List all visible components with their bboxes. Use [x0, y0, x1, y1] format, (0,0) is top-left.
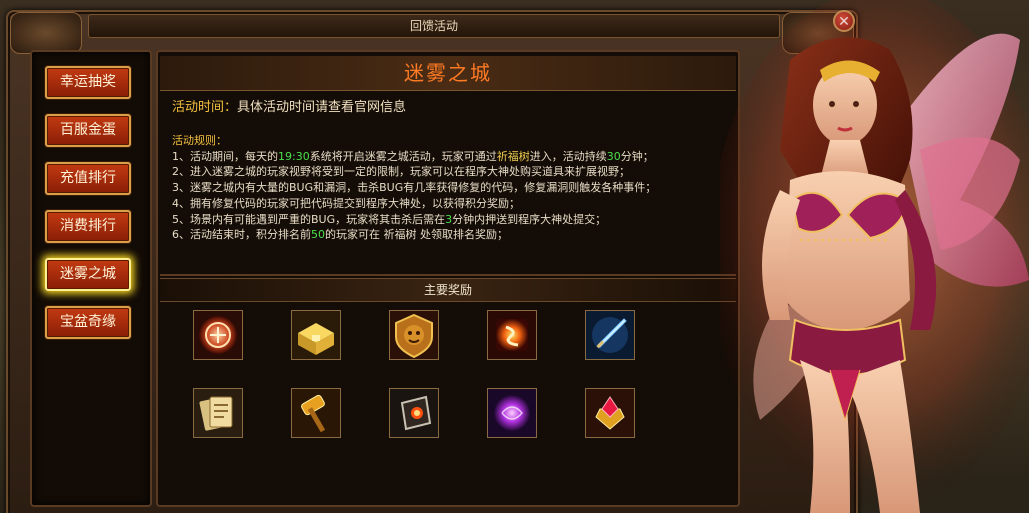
purple-orb-icon[interactable] [487, 388, 537, 438]
rule-text: 系统将开启迷雾之城活动，玩家可通过 [309, 149, 497, 163]
rule-text: 的玩家可在 祈福树 处领取排名奖励； [325, 228, 508, 242]
rule-text: 1、活动期间，每天的 [172, 149, 278, 163]
rule-highlight: 祈福树 [496, 149, 530, 163]
scroll-cards-icon[interactable] [193, 388, 243, 438]
rule-line: 2、进入迷雾之城的玩家视野将受到一定的限制，玩家可以在程序大神处购买道具来扩展视… [172, 164, 732, 180]
game-screen: 回馈活动 ✕ 幸运抽奖 百服金蛋 充值排行 消费排行 迷雾之城 宝盆奇缘 迷雾之… [0, 0, 1029, 513]
rule-text: 2、进入迷雾之城的玩家视野将受到一定的限制，玩家可以在程序大神处购买道具来扩展视… [172, 165, 630, 179]
section-divider [160, 274, 736, 276]
rule-text: 分钟内押送到程序大神处提交； [452, 212, 607, 226]
window-title: 回馈活动 [88, 14, 780, 38]
fire-rune-icon[interactable] [487, 310, 537, 360]
menu-item-recharge-rank[interactable]: 充值排行 [45, 162, 131, 195]
rule-text: 4、拥有修复代码的玩家可把代码提交到程序大神处，以获得积分奖励； [172, 196, 520, 210]
rule-highlight: 50 [311, 228, 325, 242]
rule-highlight: 19:30 [278, 149, 310, 163]
rule-line: 5、场景内有可能遇到严重的BUG，玩家将其击杀后需在3分钟内押送到程序大神处提交… [172, 212, 732, 228]
character-artwork [720, 0, 1029, 513]
rule-highlight: 30 [606, 149, 621, 163]
menu-item-treasure-bowl[interactable]: 宝盆奇缘 [45, 306, 131, 339]
event-title: 迷雾之城 [160, 56, 736, 91]
ruby-treasure-icon[interactable] [585, 388, 635, 438]
rule-text: 6、活动结束时，积分排名前 [172, 228, 311, 242]
rule-line: 3、迷雾之城内有大量的BUG和漏洞，击杀BUG有几率获得修复的代码，修复漏洞则触… [172, 180, 732, 196]
rule-line: 1、活动期间，每天的19:30系统将开启迷雾之城活动，玩家可通过祈福树进入，活动… [172, 149, 732, 165]
menu-item-spending-rank[interactable]: 消费排行 [45, 210, 131, 243]
rune-orb-icon[interactable] [193, 310, 243, 360]
event-time-label: 活动时间： [172, 100, 238, 115]
frame-corner-ornament-left [10, 12, 82, 54]
rules-heading: 活动规则： [172, 134, 227, 147]
event-time: 活动时间：具体活动时间请查看官网信息 [172, 96, 406, 115]
event-content-panel: 迷雾之城 活动时间：具体活动时间请查看官网信息 活动规则： 1、活动期间，每天的… [156, 50, 740, 507]
golden-hammer-icon[interactable] [291, 388, 341, 438]
gold-chest-icon[interactable] [291, 310, 341, 360]
ice-sword-icon[interactable] [585, 310, 635, 360]
event-rules: 活动规则： 1、活动期间，每天的19:30系统将开启迷雾之城活动，玩家可通过祈福… [172, 133, 732, 243]
rule-line: 6、活动结束时，积分排名前50的玩家可在 祈福树 处领取排名奖励； [172, 227, 732, 243]
dark-crystal-icon[interactable] [389, 388, 439, 438]
menu-item-mist-city[interactable]: 迷雾之城 [45, 258, 131, 291]
lion-shield-icon[interactable] [389, 310, 439, 360]
menu-item-golden-egg[interactable]: 百服金蛋 [45, 114, 131, 147]
rewards-title: 主要奖励 [160, 278, 736, 302]
rule-text: 分钟； [620, 149, 654, 163]
activity-menu: 幸运抽奖 百服金蛋 充值排行 消费排行 迷雾之城 宝盆奇缘 [30, 50, 152, 507]
rule-text: 3、迷雾之城内有大量的BUG和漏洞，击杀BUG有几率获得修复的代码，修复漏洞则触… [172, 181, 657, 195]
event-time-value: 具体活动时间请查看官网信息 [237, 100, 407, 115]
rule-text: 进入，活动持续 [529, 149, 607, 163]
menu-item-lucky-draw[interactable]: 幸运抽奖 [45, 66, 131, 99]
rule-text: 5、场景内有可能遇到严重的BUG，玩家将其击杀后需在 [172, 212, 446, 226]
rule-line: 4、拥有修复代码的玩家可把代码提交到程序大神处，以获得积分奖励； [172, 196, 732, 212]
